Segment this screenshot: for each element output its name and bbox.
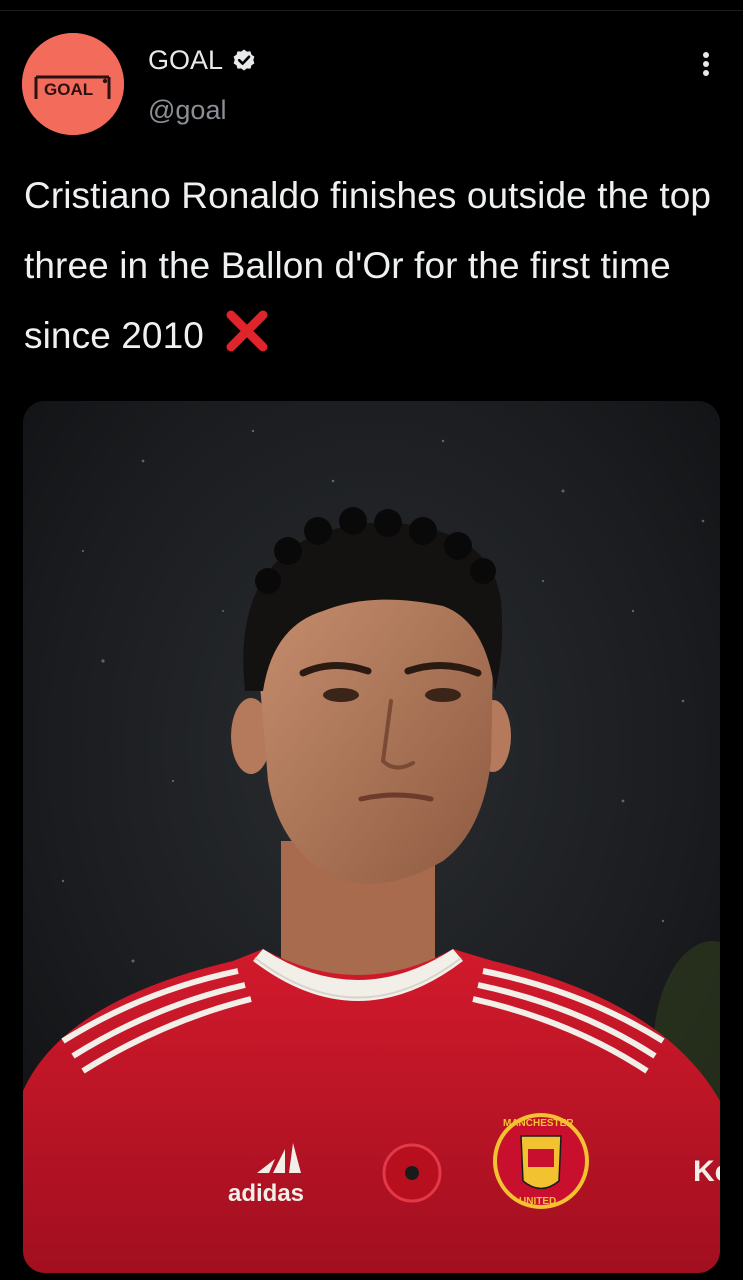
poppy-badge-icon — [382, 1143, 442, 1203]
tweet-screen: GOAL GOAL @goal Cristiano Ronaldo finish… — [0, 0, 743, 1280]
club-crest-icon: MANCHESTER UNITED — [493, 1113, 589, 1209]
top-divider — [0, 0, 743, 11]
avatar[interactable]: GOAL — [22, 33, 124, 135]
tweet-text: Cristiano Ronaldo finishes outside the t… — [24, 161, 724, 371]
avatar-logo-text: GOAL — [44, 80, 93, 99]
more-vertical-icon — [703, 52, 709, 76]
author-name-row[interactable]: GOAL — [148, 44, 257, 76]
player-photo: adidas MANCHESTER UNITED Ko — [23, 401, 720, 1273]
author-handle[interactable]: @goal — [148, 94, 226, 126]
verified-badge-icon — [231, 47, 257, 73]
more-options-button[interactable] — [688, 44, 724, 84]
crest-bottom-text: UNITED — [519, 1196, 556, 1207]
adidas-logo-text: adidas — [228, 1180, 304, 1207]
author-display-name[interactable]: GOAL — [148, 44, 223, 76]
crest-top-text: MANCHESTER — [503, 1118, 574, 1129]
cross-mark-icon — [224, 308, 270, 354]
tweet-media-image[interactable]: adidas MANCHESTER UNITED Ko — [23, 401, 720, 1273]
tweet-text-content: Cristiano Ronaldo finishes outside the t… — [24, 175, 712, 356]
sleeve-sponsor-text: Ko — [693, 1155, 720, 1188]
goal-logo: GOAL — [22, 33, 124, 135]
